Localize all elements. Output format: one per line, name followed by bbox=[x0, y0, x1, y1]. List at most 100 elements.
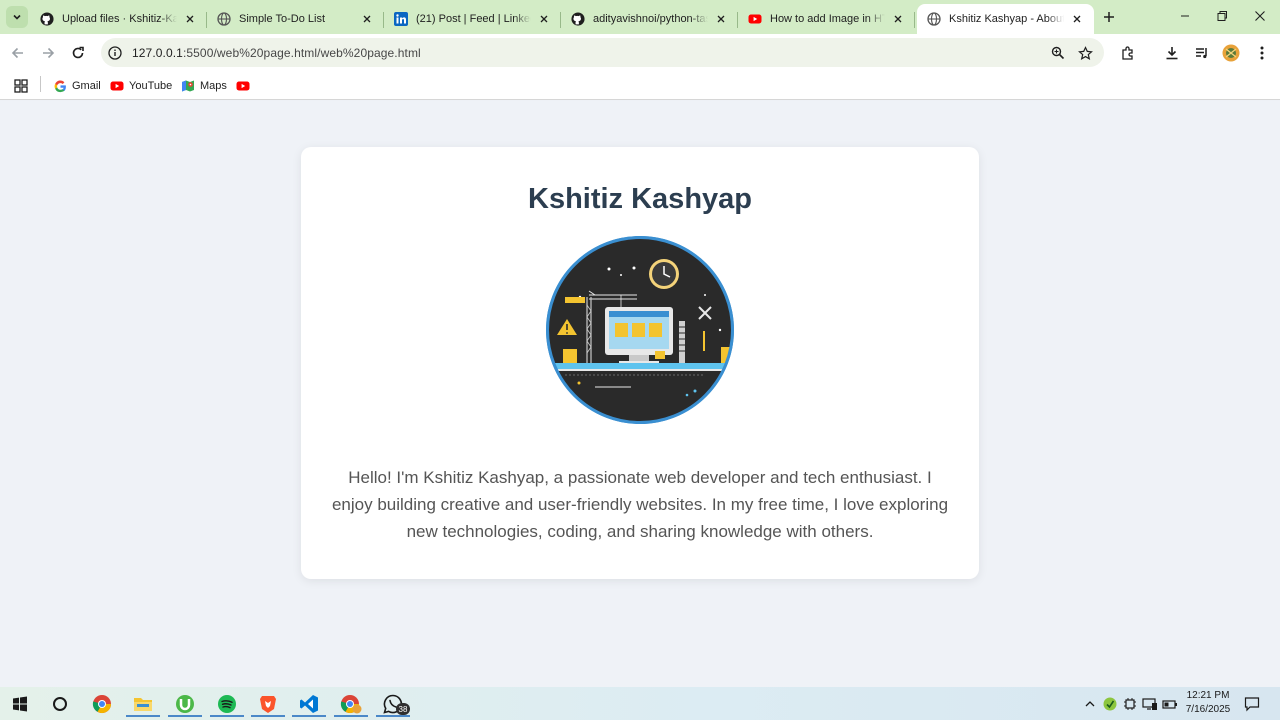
taskbar-chrome[interactable] bbox=[89, 691, 115, 717]
puzzle-icon bbox=[1122, 46, 1133, 60]
page-title: Kshitiz Kashyap bbox=[528, 183, 752, 215]
avatar-icon bbox=[1222, 44, 1240, 62]
start-button[interactable] bbox=[7, 691, 33, 717]
tab-about-me[interactable]: Kshitiz Kashyap - About Me bbox=[917, 4, 1094, 34]
arrow-left-icon bbox=[11, 47, 23, 59]
show-hidden-icons-button[interactable] bbox=[1082, 696, 1098, 712]
close-icon[interactable] bbox=[714, 12, 728, 26]
chevron-up-icon bbox=[1085, 701, 1095, 707]
close-icon[interactable] bbox=[891, 12, 905, 26]
tab-title: (21) Post | Feed | LinkedIn bbox=[416, 13, 531, 25]
profile-avatar[interactable] bbox=[1221, 43, 1241, 63]
google-icon bbox=[53, 79, 67, 93]
windows-start-icon bbox=[13, 696, 27, 712]
reload-button[interactable] bbox=[68, 43, 88, 63]
tab-linkedin[interactable]: (21) Post | Feed | LinkedIn bbox=[384, 4, 561, 34]
bookmark-label: YouTube bbox=[129, 80, 173, 92]
github-icon bbox=[40, 12, 54, 26]
profile-image bbox=[546, 236, 734, 424]
tab-upload-files[interactable]: Upload files · Kshitiz-Kashyap bbox=[30, 4, 207, 34]
clock-time: 12:21 PM bbox=[1186, 690, 1230, 701]
tab-title: How to add Image in HTML bbox=[770, 13, 885, 25]
page-viewport: Kshitiz Kashyap Hello! I'm Kshitiz Kashy… bbox=[0, 101, 1280, 687]
running-indicator bbox=[334, 715, 368, 717]
url-text: 127.0.0.1:5500/web%20page.html/web%20pag… bbox=[132, 46, 421, 60]
tab-simple-todo[interactable]: Simple To-Do List bbox=[207, 4, 384, 34]
running-indicator bbox=[251, 715, 285, 717]
bookmark-star-icon[interactable] bbox=[1077, 45, 1093, 61]
globe-icon bbox=[217, 12, 231, 26]
downloads-button[interactable] bbox=[1162, 43, 1182, 63]
taskbar-vscode[interactable] bbox=[292, 691, 326, 717]
taskbar-brave[interactable] bbox=[251, 691, 285, 717]
bio-paragraph: Hello! I'm Kshitiz Kashyap, a passionate… bbox=[331, 468, 949, 541]
cortana-button[interactable] bbox=[47, 691, 73, 717]
close-icon[interactable] bbox=[360, 12, 374, 26]
taskbar-spotify[interactable] bbox=[210, 691, 244, 717]
running-indicator bbox=[210, 715, 244, 717]
arrow-right-icon bbox=[43, 47, 55, 59]
running-indicator bbox=[168, 715, 202, 717]
taskbar-utorrent[interactable] bbox=[168, 691, 202, 717]
minimize-icon bbox=[1181, 15, 1189, 17]
menu-button[interactable] bbox=[1252, 43, 1272, 63]
close-icon[interactable] bbox=[537, 12, 551, 26]
restore-button[interactable] bbox=[1214, 8, 1230, 24]
bookmark-gmail[interactable]: Gmail bbox=[53, 77, 101, 95]
notifications-button[interactable] bbox=[1244, 696, 1260, 712]
close-window-button[interactable] bbox=[1252, 8, 1268, 24]
minimize-button[interactable] bbox=[1177, 8, 1193, 24]
tab-title: adityavishnoi/python-task bbox=[593, 13, 708, 25]
tab-title: Kshitiz Kashyap - About Me bbox=[949, 13, 1064, 25]
chip-icon bbox=[1124, 698, 1136, 710]
url-path: :5500/web%20page.html/web%20page.html bbox=[182, 45, 421, 60]
extensions-button[interactable] bbox=[1118, 43, 1138, 63]
chevron-down-icon bbox=[13, 14, 21, 20]
tray-processor-icon[interactable] bbox=[1122, 696, 1138, 712]
youtube-icon bbox=[236, 79, 250, 93]
restore-icon bbox=[1217, 11, 1227, 21]
close-icon[interactable] bbox=[183, 12, 197, 26]
browser-toolbar: 127.0.0.1:5500/web%20page.html/web%20pag… bbox=[0, 34, 1280, 72]
taskbar-chrome-profile[interactable] bbox=[334, 691, 368, 717]
forward-button[interactable] bbox=[38, 43, 58, 63]
tray-network-icon[interactable] bbox=[1142, 696, 1158, 712]
file-explorer-icon bbox=[134, 698, 152, 711]
apps-button[interactable] bbox=[14, 77, 28, 95]
zoom-icon[interactable] bbox=[1050, 45, 1066, 61]
tab-search-button[interactable] bbox=[6, 6, 28, 28]
system-clock[interactable]: 12:21 PM 7/16/2025 bbox=[1180, 689, 1236, 717]
bookmark-youtube[interactable]: YouTube bbox=[110, 77, 172, 95]
bookmark-youtube-2[interactable] bbox=[236, 77, 255, 95]
bookmark-label: Maps bbox=[200, 80, 227, 92]
download-icon bbox=[1166, 47, 1178, 60]
tray-app-icon[interactable] bbox=[1102, 696, 1118, 712]
close-icon[interactable] bbox=[1070, 12, 1084, 26]
tab-title: Upload files · Kshitiz-Kashyap bbox=[62, 13, 177, 25]
url-host: 127.0.0.1 bbox=[132, 45, 183, 60]
tab-strip: Upload files · Kshitiz-Kashyap Simple To… bbox=[0, 0, 1280, 34]
youtube-icon bbox=[748, 12, 762, 26]
brave-icon bbox=[260, 696, 276, 713]
site-info-icon[interactable] bbox=[108, 45, 122, 60]
queue-music-icon bbox=[1196, 48, 1207, 59]
media-controls-button[interactable] bbox=[1192, 43, 1212, 63]
vscode-icon bbox=[300, 695, 318, 713]
back-button[interactable] bbox=[8, 43, 28, 63]
profile-card: Kshitiz Kashyap Hello! I'm Kshitiz Kashy… bbox=[301, 147, 979, 579]
youtube-icon bbox=[110, 79, 124, 93]
taskbar-file-explorer[interactable] bbox=[126, 691, 160, 717]
apps-grid-icon bbox=[14, 79, 28, 93]
tab-python-task[interactable]: adityavishnoi/python-task bbox=[561, 4, 738, 34]
tab-html-image[interactable]: How to add Image in HTML bbox=[738, 4, 915, 34]
address-bar[interactable]: 127.0.0.1:5500/web%20page.html/web%20pag… bbox=[101, 38, 1104, 67]
new-tab-button[interactable] bbox=[1100, 8, 1118, 26]
globe-icon bbox=[927, 12, 941, 26]
bookmark-maps[interactable]: Maps bbox=[181, 77, 227, 95]
tray-battery-icon[interactable] bbox=[1162, 696, 1178, 712]
tab-title: Simple To-Do List bbox=[239, 13, 325, 25]
running-indicator bbox=[376, 715, 410, 717]
chrome-profile-icon bbox=[340, 695, 362, 714]
bookmarks-divider bbox=[40, 76, 41, 92]
chrome-icon bbox=[92, 695, 111, 714]
